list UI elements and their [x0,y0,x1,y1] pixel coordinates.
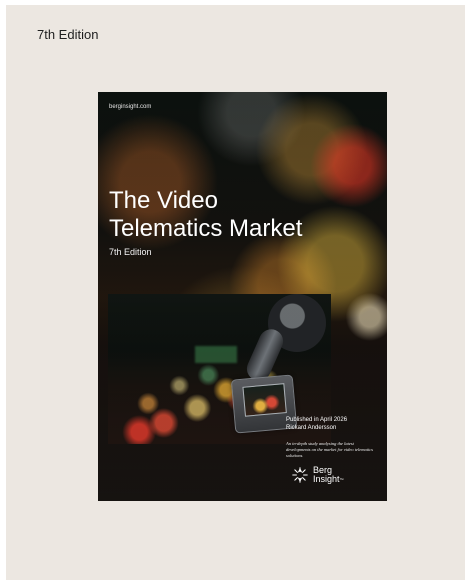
sunburst-logo-icon [292,467,308,483]
cover-description: An in-depth study analysing the latest d… [286,441,373,458]
brand-name-line-2: Insight™ [313,475,344,484]
berg-insight-logo: Berg Insight™ [291,466,344,484]
brand-name: Berg Insight™ [313,466,344,484]
dashcam-screen [242,383,287,417]
publication-card: 7th Edition berginsight.com The Video Te… [6,5,465,580]
cover-title: The Video Telematics Market [109,187,374,243]
report-cover-image[interactable]: berginsight.com The Video Telematics Mar… [98,92,387,501]
cover-website: berginsight.com [109,104,152,110]
brand-name-line-2-text: Insight [313,474,340,484]
trademark-mark: ™ [339,477,344,482]
author-name: Rickard Andersson [286,425,337,431]
cover-title-line-1: The Video [109,187,218,214]
cover-title-line-2: Telematics Market [109,215,303,242]
edition-label: 7th Edition [37,27,99,42]
publication-date: Published in April 2026 [286,417,348,423]
cover-subtitle: 7th Edition [109,247,152,257]
